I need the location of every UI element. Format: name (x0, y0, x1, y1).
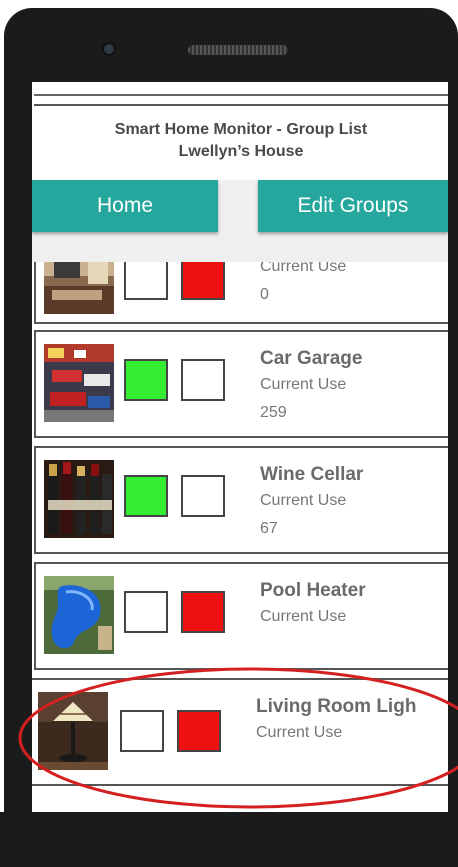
wine-bottles-photo-icon (44, 460, 114, 538)
screen: Current Use 0 Car Garage Current Use 259… (32, 82, 448, 820)
current-use-value: 0 (260, 286, 269, 303)
group-card[interactable]: Car Garage Current Use 259 (34, 330, 448, 438)
group-name: Pool Heater (260, 580, 366, 601)
group-name: Car Garage (260, 348, 363, 369)
off-indicator[interactable] (181, 591, 225, 633)
current-use-label: Current Use (260, 376, 347, 393)
on-indicator[interactable] (124, 258, 168, 300)
lamp-photo-icon (38, 692, 108, 770)
button-bar: Home Edit Groups (32, 180, 448, 262)
phone-frame: Current Use 0 Car Garage Current Use 259… (4, 8, 458, 867)
off-indicator[interactable] (181, 258, 225, 300)
house-name: Lwellyn’s House (178, 143, 304, 160)
current-use-value: 259 (260, 404, 287, 421)
page-header: Smart Home Monitor - Group List Lwellyn’… (34, 104, 448, 182)
edit-groups-button[interactable]: Edit Groups (258, 180, 448, 232)
on-indicator[interactable] (124, 475, 168, 517)
off-indicator[interactable] (181, 359, 225, 401)
on-indicator[interactable] (124, 359, 168, 401)
current-use-label: Current Use (256, 724, 343, 741)
current-use-label: Current Use (260, 492, 347, 509)
speaker-grille (188, 45, 288, 55)
off-indicator[interactable] (181, 475, 225, 517)
group-name: Living Room Ligh (256, 696, 417, 717)
on-indicator[interactable] (120, 710, 164, 752)
current-use-value: 67 (260, 520, 278, 537)
group-name: Wine Cellar (260, 464, 364, 485)
garage-photo-icon (44, 344, 114, 422)
off-indicator[interactable] (177, 710, 221, 752)
on-indicator[interactable] (124, 591, 168, 633)
camera-icon (102, 42, 116, 56)
current-use-label: Current Use (260, 608, 347, 625)
home-button[interactable]: Home (32, 180, 218, 232)
group-card[interactable]: Wine Cellar Current Use 67 (34, 446, 448, 554)
group-card[interactable]: Pool Heater Current Use (34, 562, 448, 670)
phone-bottom-bezel (0, 812, 458, 867)
pool-photo-icon (44, 576, 114, 654)
group-card[interactable]: Living Room Ligh Current Use (32, 678, 448, 786)
page-title: Smart Home Monitor - Group List (114, 121, 368, 138)
